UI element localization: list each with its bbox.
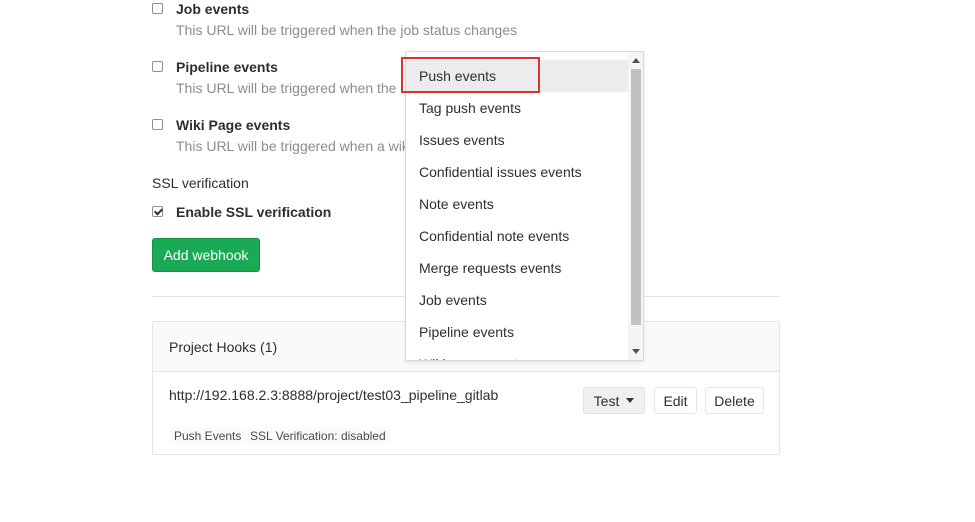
- test-event-dropdown: Push events Tag push events Issues event…: [405, 51, 644, 361]
- job-events-label: Job events: [176, 1, 250, 17]
- enable-ssl-checkbox[interactable]: [152, 206, 163, 217]
- wiki-page-events-checkbox[interactable]: [152, 119, 163, 130]
- test-button-label: Test: [593, 392, 620, 409]
- delete-hook-button[interactable]: Delete: [705, 387, 764, 414]
- dropdown-item-pipeline-events[interactable]: Pipeline events: [406, 316, 628, 348]
- dropdown-item-job-events[interactable]: Job events: [406, 284, 628, 316]
- dropdown-item-merge-requests-events[interactable]: Merge requests events: [406, 252, 628, 284]
- project-hooks-title: Project Hooks (1): [169, 339, 278, 355]
- dropdown-item-issues-events[interactable]: Issues events: [406, 124, 628, 156]
- scroll-up-arrow-icon[interactable]: [632, 58, 640, 63]
- pipeline-events-help: This URL will be triggered when the: [176, 80, 397, 96]
- pipeline-events-label: Pipeline events: [176, 59, 278, 75]
- job-events-checkbox[interactable]: [152, 3, 163, 14]
- hook-url: http://192.168.2.3:8888/project/test03_p…: [169, 387, 499, 403]
- test-dropdown-button[interactable]: Test: [583, 387, 645, 414]
- caret-down-icon: [626, 398, 635, 403]
- job-events-help: This URL will be triggered when the job …: [176, 22, 518, 38]
- wiki-page-events-label: Wiki Page events: [176, 117, 291, 133]
- dropdown-item-confidential-note-events[interactable]: Confidential note events: [406, 220, 628, 252]
- dropdown-item-note-events[interactable]: Note events: [406, 188, 628, 220]
- push-events-highlight: [401, 57, 540, 93]
- edit-hook-button[interactable]: Edit: [654, 387, 697, 414]
- scroll-down-arrow-icon[interactable]: [632, 349, 640, 354]
- dropdown-item-wiki-page-events[interactable]: Wiki page events: [406, 348, 628, 360]
- push-events-badge: Push Events: [170, 428, 246, 444]
- wiki-page-events-help: This URL will be triggered when a wik: [176, 138, 409, 154]
- scrollbar-thumb[interactable]: [631, 69, 641, 325]
- add-webhook-button[interactable]: Add webhook: [152, 238, 260, 272]
- dropdown-scrollbar[interactable]: [628, 52, 643, 360]
- dropdown-item-tag-push-events[interactable]: Tag push events: [406, 92, 628, 124]
- pipeline-events-checkbox[interactable]: [152, 61, 163, 72]
- enable-ssl-label: Enable SSL verification: [176, 204, 332, 220]
- ssl-verification-heading: SSL verification: [152, 175, 249, 191]
- ssl-status-badge: SSL Verification: disabled: [246, 428, 390, 444]
- dropdown-item-confidential-issues-events[interactable]: Confidential issues events: [406, 156, 628, 188]
